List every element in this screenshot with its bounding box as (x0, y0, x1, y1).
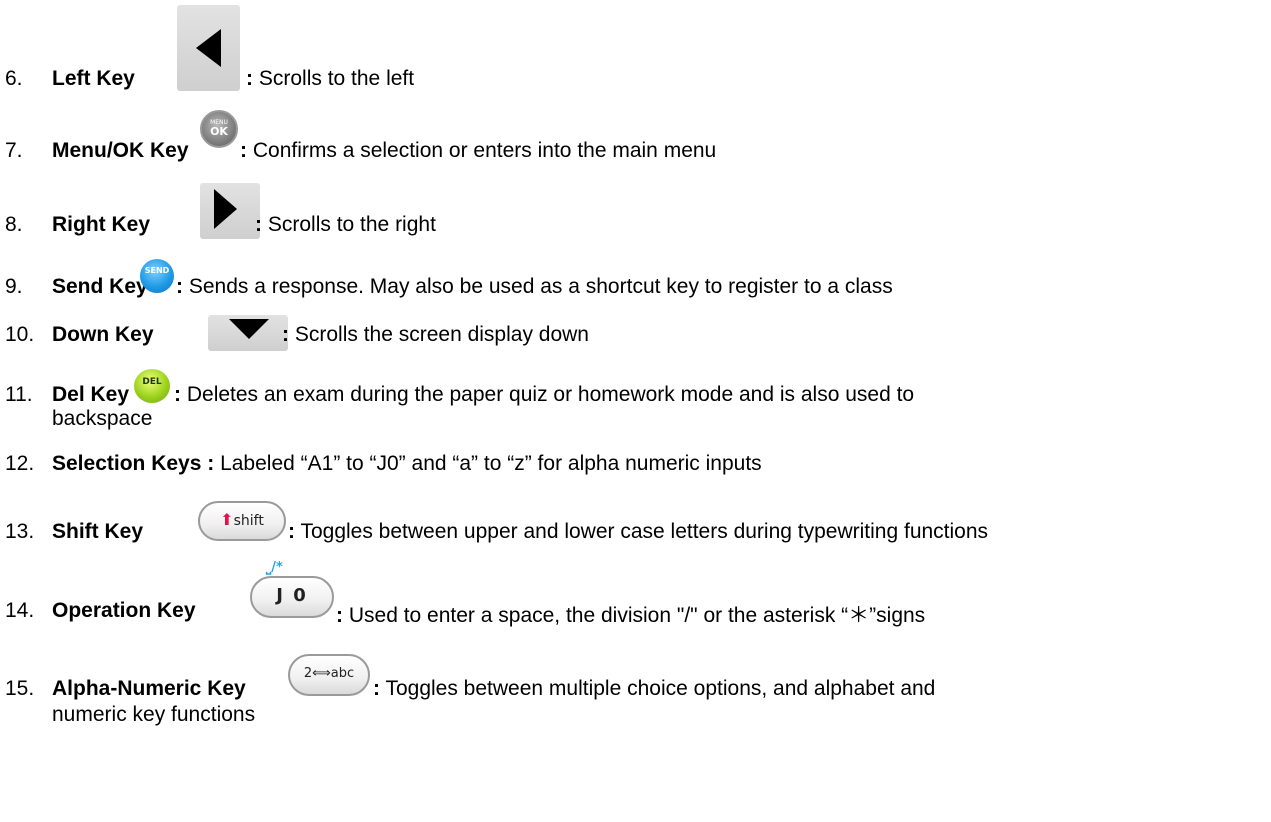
send-key-icon: SEND (140, 259, 174, 293)
left-arrow-key-icon (177, 5, 240, 91)
item-label: Right Key (52, 213, 151, 236)
item-description-continued: numeric key functions (52, 703, 256, 726)
item-description: Toggles between multiple choice options,… (385, 677, 936, 700)
del-key-icon: DEL (134, 369, 170, 403)
item-number: 9. (5, 275, 23, 298)
item-colon: : (240, 139, 247, 162)
item-number: 12. (5, 452, 35, 475)
item-label: Del Key (52, 383, 130, 406)
item-colon: : (373, 677, 380, 700)
item-number: 7. (5, 139, 23, 162)
item-description: Confirms a selection or enters into the … (252, 139, 717, 162)
item-colon: : (336, 604, 343, 627)
item-description: Toggles between upper and lower case let… (300, 520, 989, 543)
item-description: Deletes an exam during the paper quiz or… (186, 383, 915, 406)
item-label: Down Key (52, 323, 154, 346)
item-colon: : (176, 275, 183, 298)
item-colon: : (288, 520, 295, 543)
shift-key-text: shift (233, 513, 264, 529)
down-arrow-key-icon (208, 315, 288, 351)
item-colon: : (282, 323, 289, 346)
alpha-numeric-key-icon: 2⟺abc (288, 654, 370, 696)
item-label: Shift Key (52, 520, 144, 543)
item-number: 14. (5, 599, 35, 622)
item-number: 15. (5, 677, 35, 700)
alpha-numeric-key-text: 2⟺abc (303, 666, 355, 681)
item-number: 6. (5, 67, 23, 90)
item-colon: : (255, 213, 262, 236)
item-label: Operation Key (52, 599, 196, 622)
operation-key-text: J 0 (276, 585, 308, 606)
item-colon: : (246, 67, 253, 90)
shift-arrow-icon: ⬆ (220, 510, 234, 529)
item-number: 10. (5, 323, 35, 346)
send-key-text: SEND (144, 266, 170, 275)
item-description: Sends a response. May also be used as a … (188, 275, 893, 298)
item-description: Scrolls to the right (267, 213, 436, 236)
item-number: 13. (5, 520, 35, 543)
item-description: Used to enter a space, the division "/" … (348, 604, 926, 627)
item-number: 11. (5, 383, 33, 406)
del-key-text: DEL (142, 377, 162, 387)
menu-ok-key-icon: MENU OK (200, 110, 238, 148)
item-label: Left Key (52, 67, 135, 90)
item-number: 8. (5, 213, 23, 236)
right-arrow-key-icon (200, 183, 260, 239)
item-label: Alpha-Numeric Key (52, 677, 246, 700)
item-label: Selection Keys : (52, 452, 215, 475)
item-description: Scrolls the screen display down (294, 323, 589, 346)
operation-key-icon: J 0 (250, 576, 334, 618)
item-colon: : (174, 383, 181, 406)
menu-ok-key-main-text: OK (210, 125, 228, 138)
item-description-continued: backspace (52, 407, 153, 430)
item-label: Menu/OK Key (52, 139, 189, 162)
item-description: Scrolls to the left (258, 67, 415, 90)
operation-key-superscript: ⎵/* (266, 560, 283, 575)
item-description: Labeled “A1” to “J0” and “a” to “z” for … (220, 452, 762, 475)
shift-key-icon: ⬆shift (198, 501, 286, 541)
item-label: Send Key (52, 275, 148, 298)
